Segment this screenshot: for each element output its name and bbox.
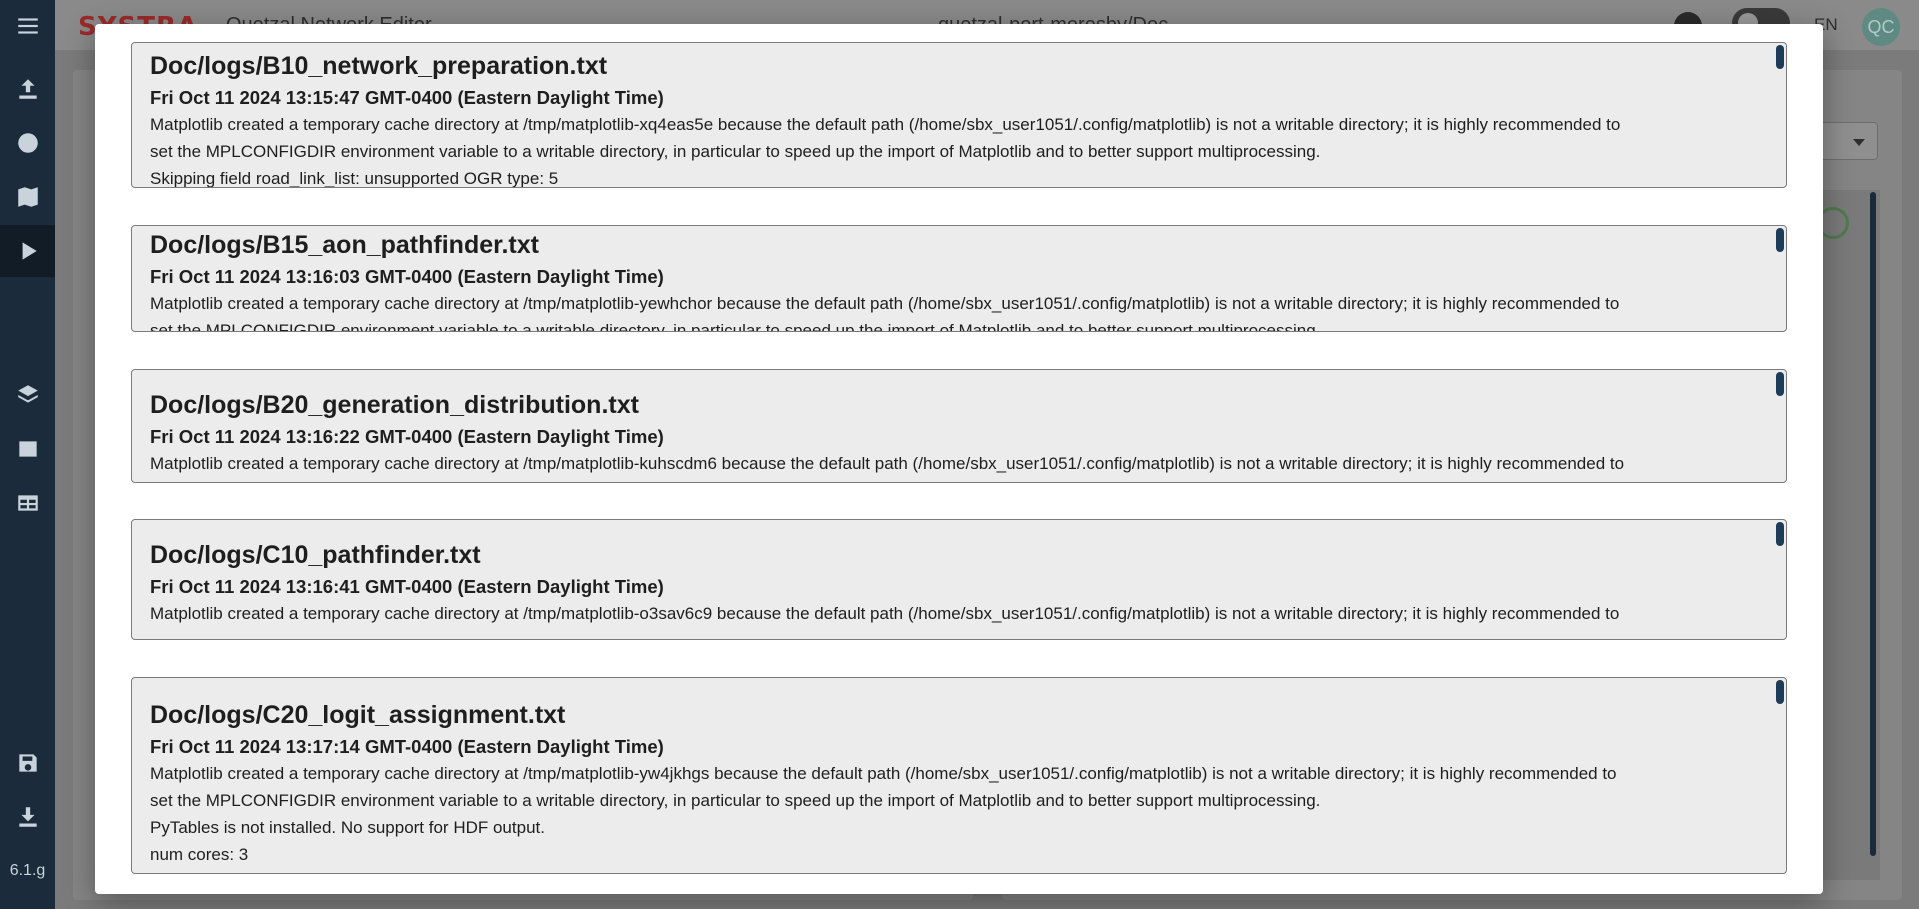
log-card[interactable]: Doc/logs/B20_generation_distribution.txt… <box>131 369 1787 483</box>
log-line: set the MPLCONFIGDIR environment variabl… <box>150 791 1321 810</box>
log-date: Fri Oct 11 2024 13:16:41 GMT-0400 (Easte… <box>150 576 664 597</box>
sidebar-item-export[interactable] <box>0 791 55 843</box>
logs-dialog: Doc/logs/B10_network_preparation.txt Fri… <box>95 24 1823 894</box>
log-content: Doc/logs/B20_generation_distribution.txt… <box>150 388 1766 477</box>
play-icon <box>22 242 37 260</box>
log-date: Fri Oct 11 2024 13:16:03 GMT-0400 (Easte… <box>150 266 664 287</box>
download-icon <box>18 807 37 827</box>
log-title: Doc/logs/B10_network_preparation.txt <box>150 52 608 80</box>
log-content: Doc/logs/B15_aon_pathfinder.txt Fri Oct … <box>150 228 1766 332</box>
log-line: set the MPLCONFIGDIR environment variabl… <box>150 142 1321 161</box>
log-line: Matplotlib created a temporary cache dir… <box>150 764 1617 783</box>
sidebar-item-map[interactable] <box>0 171 55 223</box>
log-card[interactable]: Doc/logs/B10_network_preparation.txt Fri… <box>131 42 1787 188</box>
log-line: set the MPLCONFIGDIR environment variabl… <box>150 321 1321 332</box>
log-card[interactable]: Doc/logs/B15_aon_pathfinder.txt Fri Oct … <box>131 225 1787 332</box>
log-scrollbar[interactable] <box>1776 680 1784 704</box>
sidebar-item-tables[interactable] <box>0 477 55 529</box>
menu-icon <box>17 18 38 34</box>
log-card[interactable]: Doc/logs/C20_logit_assignment.txt Fri Oc… <box>131 677 1787 874</box>
log-card[interactable]: Doc/logs/C10_pathfinder.txt Fri Oct 11 2… <box>131 519 1787 640</box>
avatar[interactable]: QC <box>1862 8 1900 46</box>
log-date: Fri Oct 11 2024 13:16:22 GMT-0400 (Easte… <box>150 426 664 447</box>
app-version: 6.1.g <box>9 862 46 879</box>
log-title: Doc/logs/C20_logit_assignment.txt <box>150 701 566 729</box>
log-content: Doc/logs/C10_pathfinder.txt Fri Oct 11 2… <box>150 538 1766 627</box>
log-scrollbar[interactable] <box>1776 372 1784 396</box>
log-scrollbar[interactable] <box>1776 228 1784 252</box>
log-scrollbar[interactable] <box>1776 45 1784 69</box>
dashboard-icon <box>17 133 38 153</box>
log-content: Doc/logs/C20_logit_assignment.txt Fri Oc… <box>150 698 1766 868</box>
layers-icon <box>17 385 38 403</box>
sidebar-item-gallery[interactable] <box>0 423 55 475</box>
images-icon <box>18 441 37 457</box>
sidebar-item-import[interactable] <box>0 63 55 115</box>
sidebar-item-run[interactable] <box>0 225 55 277</box>
log-line: Matplotlib created a temporary cache dir… <box>150 604 1620 623</box>
upload-icon <box>18 79 37 99</box>
sidebar-item-layers[interactable] <box>0 369 55 421</box>
log-line: Matplotlib created a temporary cache dir… <box>150 294 1620 313</box>
log-line: Matplotlib created a temporary cache dir… <box>150 454 1625 473</box>
log-date: Fri Oct 11 2024 13:17:14 GMT-0400 (Easte… <box>150 736 664 757</box>
log-line: Skipping field road_link_list: unsupport… <box>150 169 559 188</box>
log-title: Doc/logs/B20_generation_distribution.txt <box>150 391 639 419</box>
log-date: Fri Oct 11 2024 13:15:47 GMT-0400 (Easte… <box>150 87 664 108</box>
log-line: num cores: 3 <box>150 845 249 864</box>
sidebar-item-dashboard[interactable] <box>0 117 55 169</box>
map-icon <box>17 187 38 207</box>
sidebar: 6.1.g <box>0 0 55 909</box>
log-title: Doc/logs/B15_aon_pathfinder.txt <box>150 231 539 259</box>
sidebar-item-save[interactable] <box>0 737 55 789</box>
log-content: Doc/logs/B10_network_preparation.txt Fri… <box>150 49 1766 188</box>
menu-button[interactable] <box>0 0 55 52</box>
save-icon <box>18 754 37 772</box>
log-title: Doc/logs/C10_pathfinder.txt <box>150 541 481 569</box>
log-line: PyTables is not installed. No support fo… <box>150 818 545 837</box>
caret-down-icon <box>1853 139 1865 146</box>
table-icon <box>17 495 38 511</box>
log-scrollbar[interactable] <box>1776 522 1784 546</box>
panel-scrollbar[interactable] <box>1870 192 1876 856</box>
log-line: Matplotlib created a temporary cache dir… <box>150 115 1621 134</box>
